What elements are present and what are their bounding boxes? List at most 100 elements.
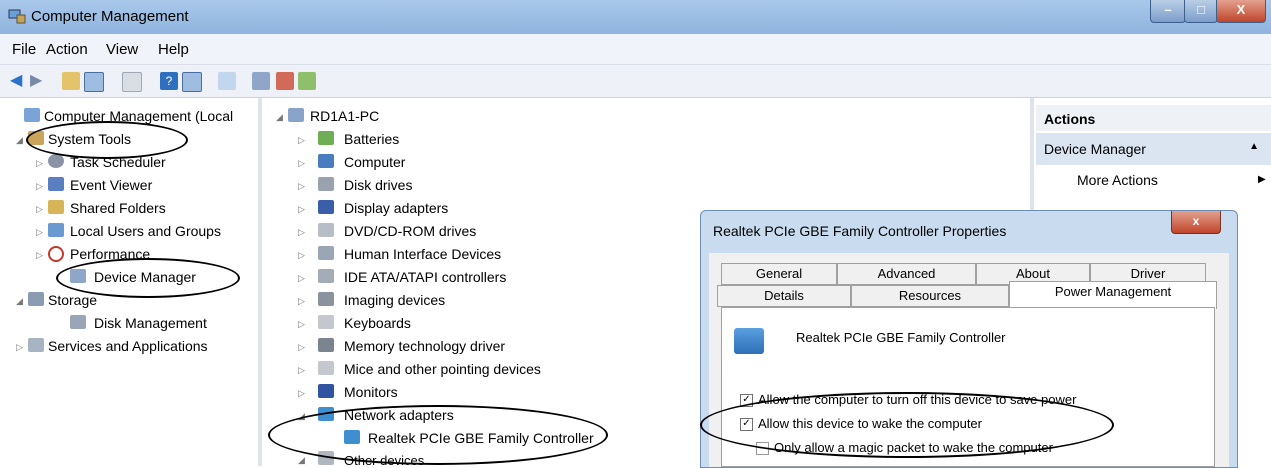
device-tree-root[interactable]: RD1A1-PC <box>310 108 379 124</box>
collapsed-arrow-icon[interactable]: ▷ <box>298 273 305 284</box>
performance-icon <box>48 246 64 262</box>
dialog-close-button[interactable]: x <box>1171 211 1221 234</box>
submenu-arrow-icon[interactable]: ▶ <box>1258 174 1266 185</box>
monitor-icon <box>318 384 334 398</box>
collapsed-arrow-icon[interactable]: ▷ <box>298 365 305 376</box>
collapsed-arrow-icon[interactable]: ▷ <box>36 204 43 215</box>
scan-hardware-icon[interactable] <box>218 72 236 90</box>
shared-folder-icon <box>48 200 64 214</box>
collapsed-arrow-icon[interactable]: ▷ <box>36 181 43 192</box>
show-hide-tree-icon[interactable] <box>84 72 104 92</box>
title-bar: Computer Management – □ X <box>0 0 1271 34</box>
device-category[interactable]: Computer <box>344 154 405 170</box>
computer-management-root-icon <box>24 108 40 122</box>
collapsed-arrow-icon[interactable]: ▷ <box>298 227 305 238</box>
show-hide-action-pane-icon[interactable] <box>182 72 202 92</box>
services-icon <box>28 338 44 352</box>
help-icon[interactable]: ? <box>160 72 178 90</box>
back-arrow-icon[interactable]: ◀ <box>10 70 28 89</box>
actions-device-manager-label: Device Manager <box>1044 141 1146 157</box>
collapse-up-icon[interactable]: ▲ <box>1249 141 1259 152</box>
collapsed-arrow-icon[interactable]: ▷ <box>298 250 305 261</box>
annotation-ellipse <box>26 121 188 159</box>
device-category[interactable]: IDE ATA/ATAPI controllers <box>344 269 506 285</box>
dvd-drive-icon <box>318 223 334 237</box>
menu-view[interactable]: View <box>106 41 138 58</box>
tab-power-management[interactable]: Power Management <box>1009 281 1217 309</box>
expand-arrow-icon[interactable]: ◢ <box>16 135 23 146</box>
computer-icon <box>288 108 304 122</box>
collapsed-arrow-icon[interactable]: ▷ <box>298 296 305 307</box>
annotation-ellipse <box>268 405 608 465</box>
tab-advanced[interactable]: Advanced <box>837 263 976 285</box>
device-category[interactable]: Monitors <box>344 384 398 400</box>
actions-more-actions[interactable]: More Actions <box>1077 172 1158 188</box>
properties-icon[interactable] <box>122 72 142 92</box>
collapsed-arrow-icon[interactable]: ▷ <box>298 388 305 399</box>
device-category[interactable]: Imaging devices <box>344 292 445 308</box>
collapsed-arrow-icon[interactable]: ▷ <box>36 250 43 261</box>
device-category[interactable]: Display adapters <box>344 200 448 216</box>
collapsed-arrow-icon[interactable]: ▷ <box>16 342 23 353</box>
forward-arrow-icon[interactable]: ▶ <box>30 70 48 89</box>
minimize-button[interactable]: – <box>1150 0 1186 23</box>
tree-event-viewer[interactable]: Event Viewer <box>70 177 152 193</box>
tree-shared-folders[interactable]: Shared Folders <box>70 200 166 216</box>
update-driver-icon[interactable] <box>252 72 270 90</box>
actions-header: Actions <box>1036 105 1271 131</box>
collapsed-arrow-icon[interactable]: ▷ <box>298 135 305 146</box>
collapsed-arrow-icon[interactable]: ▷ <box>298 342 305 353</box>
annotation-ellipse <box>56 258 240 298</box>
tab-resources[interactable]: Resources <box>851 285 1009 307</box>
menu-help[interactable]: Help <box>158 41 189 58</box>
device-category[interactable]: Batteries <box>344 131 399 147</box>
network-card-icon <box>734 328 764 354</box>
tab-details[interactable]: Details <box>717 285 851 307</box>
imaging-device-icon <box>318 292 334 306</box>
collapsed-arrow-icon[interactable]: ▷ <box>298 319 305 330</box>
annotation-ellipse <box>700 392 1114 458</box>
computer-icon <box>318 154 334 168</box>
event-viewer-icon <box>48 177 64 191</box>
expand-arrow-icon[interactable]: ◢ <box>276 112 283 123</box>
device-category[interactable]: DVD/CD-ROM drives <box>344 223 476 239</box>
toolbar: ◀ ▶ ? <box>0 65 1271 98</box>
device-category[interactable]: Mice and other pointing devices <box>344 361 541 377</box>
tab-general[interactable]: General <box>721 263 837 285</box>
device-category[interactable]: Disk drives <box>344 177 412 193</box>
dialog-title: Realtek PCIe GBE Family Controller Prope… <box>713 223 1007 239</box>
left-splitter[interactable] <box>258 98 262 466</box>
tree-local-users[interactable]: Local Users and Groups <box>70 223 221 239</box>
expand-arrow-icon[interactable]: ◢ <box>16 296 23 307</box>
collapsed-arrow-icon[interactable]: ▷ <box>298 204 305 215</box>
tree-disk-management[interactable]: Disk Management <box>94 315 207 331</box>
device-category[interactable]: Human Interface Devices <box>344 246 501 262</box>
hid-icon <box>318 246 334 260</box>
computer-management-icon <box>8 9 26 24</box>
memory-icon <box>318 338 334 352</box>
display-adapter-icon <box>318 200 334 214</box>
menu-file[interactable]: File <box>12 41 36 58</box>
keyboard-icon <box>318 315 334 329</box>
enable-device-icon[interactable] <box>298 72 316 90</box>
disk-drive-icon <box>318 177 334 191</box>
uninstall-icon[interactable] <box>276 72 294 90</box>
collapsed-arrow-icon[interactable]: ◢ <box>298 455 305 466</box>
collapsed-arrow-icon[interactable]: ▷ <box>298 158 305 169</box>
maximize-button[interactable]: □ <box>1184 0 1218 23</box>
window-title: Computer Management <box>31 8 189 25</box>
close-button[interactable]: X <box>1216 0 1266 23</box>
up-folder-icon[interactable] <box>62 72 80 90</box>
device-category[interactable]: Memory technology driver <box>344 338 505 354</box>
actions-device-manager[interactable]: Device Manager ▲ <box>1036 133 1271 165</box>
collapsed-arrow-icon[interactable]: ▷ <box>36 227 43 238</box>
tree-services[interactable]: Services and Applications <box>48 338 208 354</box>
collapsed-arrow-icon[interactable]: ▷ <box>298 181 305 192</box>
device-category[interactable]: Keyboards <box>344 315 411 331</box>
menu-action[interactable]: Action <box>46 41 88 58</box>
tree-storage[interactable]: Storage <box>48 292 97 308</box>
storage-icon <box>28 292 44 306</box>
collapsed-arrow-icon[interactable]: ▷ <box>36 158 43 169</box>
battery-icon <box>318 131 334 145</box>
disk-management-icon <box>70 315 86 329</box>
